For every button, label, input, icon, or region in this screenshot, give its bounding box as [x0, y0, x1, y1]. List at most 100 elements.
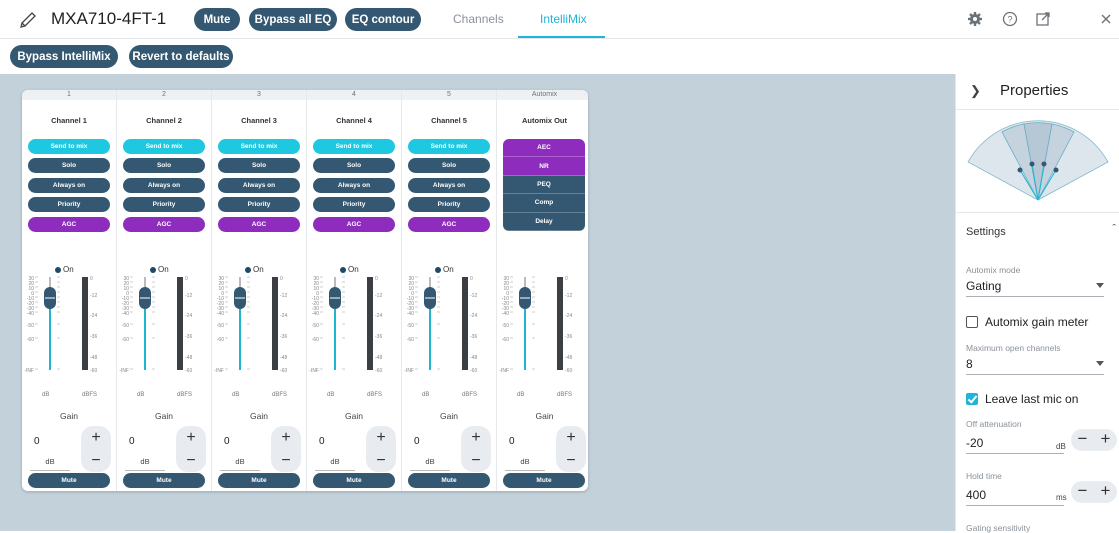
on-toggle[interactable]: On	[245, 265, 264, 274]
gain-value[interactable]: 0	[414, 436, 454, 447]
always-on-button[interactable]: Always on	[123, 178, 205, 193]
tab-channels[interactable]: Channels	[453, 12, 504, 26]
priority-button[interactable]: Priority	[28, 197, 110, 212]
fader-scale-tick: -40	[217, 311, 224, 317]
plus-button[interactable]: +	[461, 426, 491, 449]
comp-button[interactable]: Comp	[503, 194, 585, 213]
solo-button[interactable]: Solo	[408, 158, 490, 173]
send-to-mix-button[interactable]: Send to mix	[313, 139, 395, 154]
channel-mute-button[interactable]: Mute	[28, 473, 110, 488]
pencil-icon[interactable]	[18, 10, 38, 30]
plus-button[interactable]: +	[1094, 481, 1117, 503]
plus-button[interactable]: +	[271, 426, 301, 449]
solo-button[interactable]: Solo	[313, 158, 395, 173]
gain-fader[interactable]: 3020100-10-20-30-40-50-60-INF0-12-24-36-…	[117, 275, 212, 385]
minus-button[interactable]: −	[81, 449, 111, 472]
channel-mute-button[interactable]: Mute	[218, 473, 300, 488]
automix-mode-select[interactable]: Gating	[966, 279, 1104, 297]
fader-scale-tick: -40	[312, 311, 319, 317]
gain-fader[interactable]: 3020100-10-20-30-40-50-60-INF0-12-24-36-…	[22, 275, 117, 385]
bypass-intellimix-button[interactable]: Bypass IntelliMix	[10, 45, 118, 68]
gain-value[interactable]: 0	[509, 436, 549, 447]
minus-button[interactable]: −	[1071, 429, 1094, 451]
solo-button[interactable]: Solo	[28, 158, 110, 173]
priority-button[interactable]: Priority	[408, 197, 490, 212]
eq-contour-button[interactable]: EQ contour	[345, 8, 421, 31]
max-open-channels-select[interactable]: 8	[966, 357, 1104, 375]
channel-mute-button[interactable]: Mute	[503, 473, 585, 488]
always-on-button[interactable]: Always on	[408, 178, 490, 193]
gain-value[interactable]: 0	[34, 436, 74, 447]
gain-value[interactable]: 0	[129, 436, 169, 447]
minus-button[interactable]: −	[461, 449, 491, 472]
agc-button[interactable]: AGC	[28, 217, 110, 232]
peq-button[interactable]: PEQ	[503, 175, 585, 195]
tab-intellimix[interactable]: IntelliMix	[540, 12, 587, 26]
bypass-all-eq-button[interactable]: Bypass all EQ	[249, 8, 337, 31]
agc-button[interactable]: AGC	[218, 217, 300, 232]
channel-mute-button[interactable]: Mute	[313, 473, 395, 488]
on-toggle[interactable]: On	[435, 265, 454, 274]
settings-section-header[interactable]: Settings ˆ	[956, 212, 1119, 248]
channel-name: Channel 2	[146, 116, 182, 125]
send-to-mix-button[interactable]: Send to mix	[123, 139, 205, 154]
plus-button[interactable]: +	[556, 426, 586, 449]
gain-stepper: + −	[556, 426, 586, 472]
agc-button[interactable]: AGC	[408, 217, 490, 232]
priority-button[interactable]: Priority	[123, 197, 205, 212]
gain-underline	[125, 470, 165, 471]
off-attenuation-input[interactable]: -20	[966, 436, 1064, 454]
hold-time-stepper: − +	[1071, 481, 1117, 503]
revert-to-defaults-button[interactable]: Revert to defaults	[129, 45, 233, 68]
channel-mute-button[interactable]: Mute	[123, 473, 205, 488]
minus-button[interactable]: −	[271, 449, 301, 472]
on-indicator-icon	[245, 266, 251, 273]
priority-button[interactable]: Priority	[313, 197, 395, 212]
open-external-icon[interactable]	[1033, 9, 1053, 29]
minus-button[interactable]: −	[1071, 481, 1094, 503]
priority-button[interactable]: Priority	[218, 197, 300, 212]
always-on-button[interactable]: Always on	[28, 178, 110, 193]
send-to-mix-button[interactable]: Send to mix	[218, 139, 300, 154]
dbfs-label: dBFS	[82, 392, 98, 398]
channel-name: Channel 5	[431, 116, 467, 125]
agc-button[interactable]: AGC	[313, 217, 395, 232]
plus-button[interactable]: +	[81, 426, 111, 449]
help-icon[interactable]: ?	[1000, 9, 1020, 29]
hold-time-input[interactable]: 400	[966, 488, 1064, 506]
on-toggle[interactable]: On	[340, 265, 359, 274]
minus-button[interactable]: −	[556, 449, 586, 472]
plus-button[interactable]: +	[1094, 429, 1117, 451]
gear-icon[interactable]	[965, 9, 985, 29]
gain-value[interactable]: 0	[224, 436, 264, 447]
automix-gain-meter-checkbox[interactable]: Automix gain meter	[966, 315, 1088, 329]
send-to-mix-button[interactable]: Send to mix	[408, 139, 490, 154]
on-toggle[interactable]: On	[150, 265, 169, 274]
send-to-mix-button[interactable]: Send to mix	[28, 139, 110, 154]
solo-button[interactable]: Solo	[123, 158, 205, 173]
minus-button[interactable]: −	[176, 449, 206, 472]
always-on-button[interactable]: Always on	[218, 178, 300, 193]
plus-button[interactable]: +	[366, 426, 396, 449]
collapse-chevron-icon[interactable]: ❯	[970, 83, 981, 99]
nr-button[interactable]: NR	[503, 157, 585, 176]
plus-button[interactable]: +	[176, 426, 206, 449]
always-on-button[interactable]: Always on	[313, 178, 395, 193]
gain-value[interactable]: 0	[319, 436, 359, 447]
gain-fader[interactable]: 3020100-10-20-30-40-50-60-INF0-12-24-36-…	[212, 275, 307, 385]
mute-button[interactable]: Mute	[194, 8, 240, 31]
close-icon[interactable]	[1096, 9, 1116, 29]
solo-button[interactable]: Solo	[218, 158, 300, 173]
coverage-map-icon[interactable]	[964, 120, 1112, 202]
on-toggle[interactable]: On	[55, 265, 74, 274]
aec-button[interactable]: AEC	[503, 139, 585, 158]
gain-fader[interactable]: 3020100-10-20-30-40-50-60-INF0-12-24-36-…	[402, 275, 497, 385]
minus-button[interactable]: −	[366, 449, 396, 472]
agc-button[interactable]: AGC	[123, 217, 205, 232]
delay-button[interactable]: Delay	[503, 212, 585, 231]
gain-fader[interactable]: 3020100-10-20-30-40-50-60-INF0-12-24-36-…	[307, 275, 402, 385]
channel-mute-button[interactable]: Mute	[408, 473, 490, 488]
leave-last-mic-checkbox[interactable]: Leave last mic on	[966, 392, 1078, 406]
chevron-up-icon[interactable]: ˆ	[1112, 223, 1116, 235]
gain-fader[interactable]: 3020100-10-20-30-40-50-60-INF0-12-24-36-…	[497, 275, 588, 385]
